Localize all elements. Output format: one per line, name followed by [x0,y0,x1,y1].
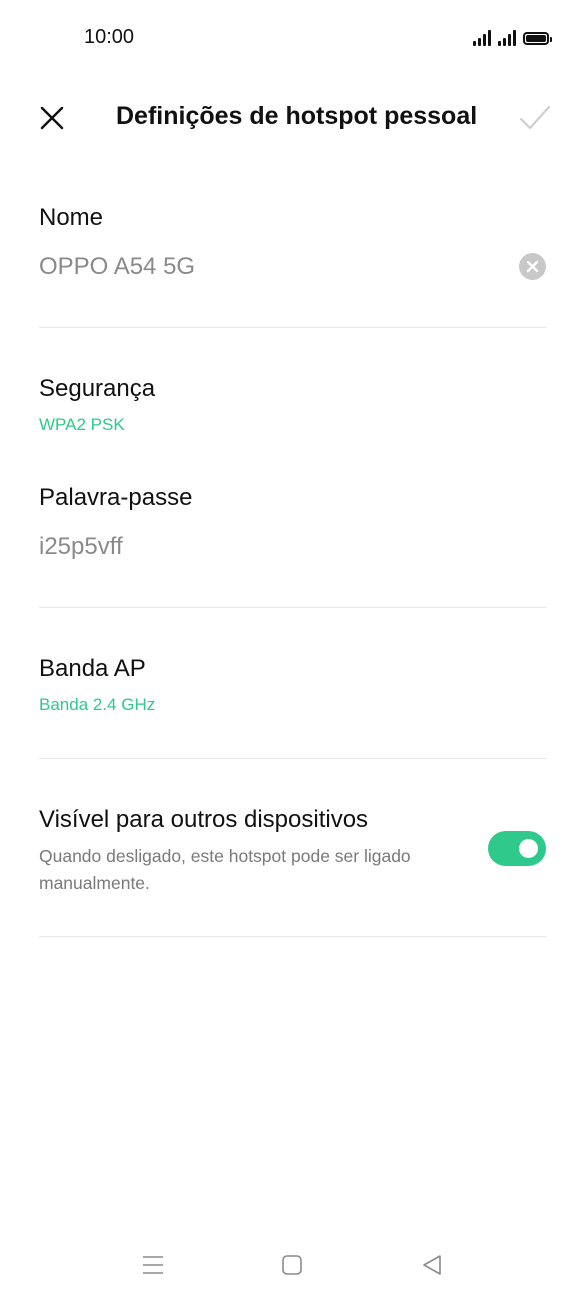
close-button[interactable] [30,96,74,140]
nav-bar [0,1235,585,1295]
home-icon [282,1255,302,1275]
signal-icon [498,30,516,46]
ap-band-label: Banda AP [39,655,146,682]
clear-icon [526,260,539,273]
security-label: Segurança [39,375,156,402]
toggle-knob [519,839,538,858]
battery-icon [523,31,552,45]
signal-icon [473,30,491,46]
security-row[interactable] [0,360,585,450]
password-label: Palavra-passe [39,484,193,511]
home-button[interactable] [276,1249,308,1281]
status-icons [473,26,552,50]
back-button[interactable] [416,1249,448,1281]
status-time: 10:00 [84,26,135,48]
security-value: WPA2 PSK [39,415,125,434]
clear-button[interactable] [519,253,546,280]
divider [39,607,546,608]
ap-band-value: Banda 2.4 GHz [39,695,156,714]
divider [39,327,546,328]
name-label: Nome [39,204,104,231]
menu-icon [143,1256,163,1274]
check-icon [519,105,551,130]
divider [39,758,546,759]
divider [39,936,546,937]
status-bar: 10:00 [0,0,585,75]
back-icon [423,1255,441,1275]
visibility-description: Quando desligado, este hotspot pode ser … [39,846,411,893]
password-input[interactable]: i25p5vff [39,533,123,561]
confirm-button[interactable] [513,96,557,140]
visibility-label: Visível para outros dispositivos [39,806,369,833]
name-input[interactable]: OPPO A54 5G [39,253,195,281]
page-title: Definições de hotspot pessoal [116,102,478,130]
visibility-toggle[interactable] [488,831,546,866]
close-icon [40,106,64,130]
menu-button[interactable] [137,1249,169,1281]
header: Definições de hotspot pessoal [0,80,585,155]
